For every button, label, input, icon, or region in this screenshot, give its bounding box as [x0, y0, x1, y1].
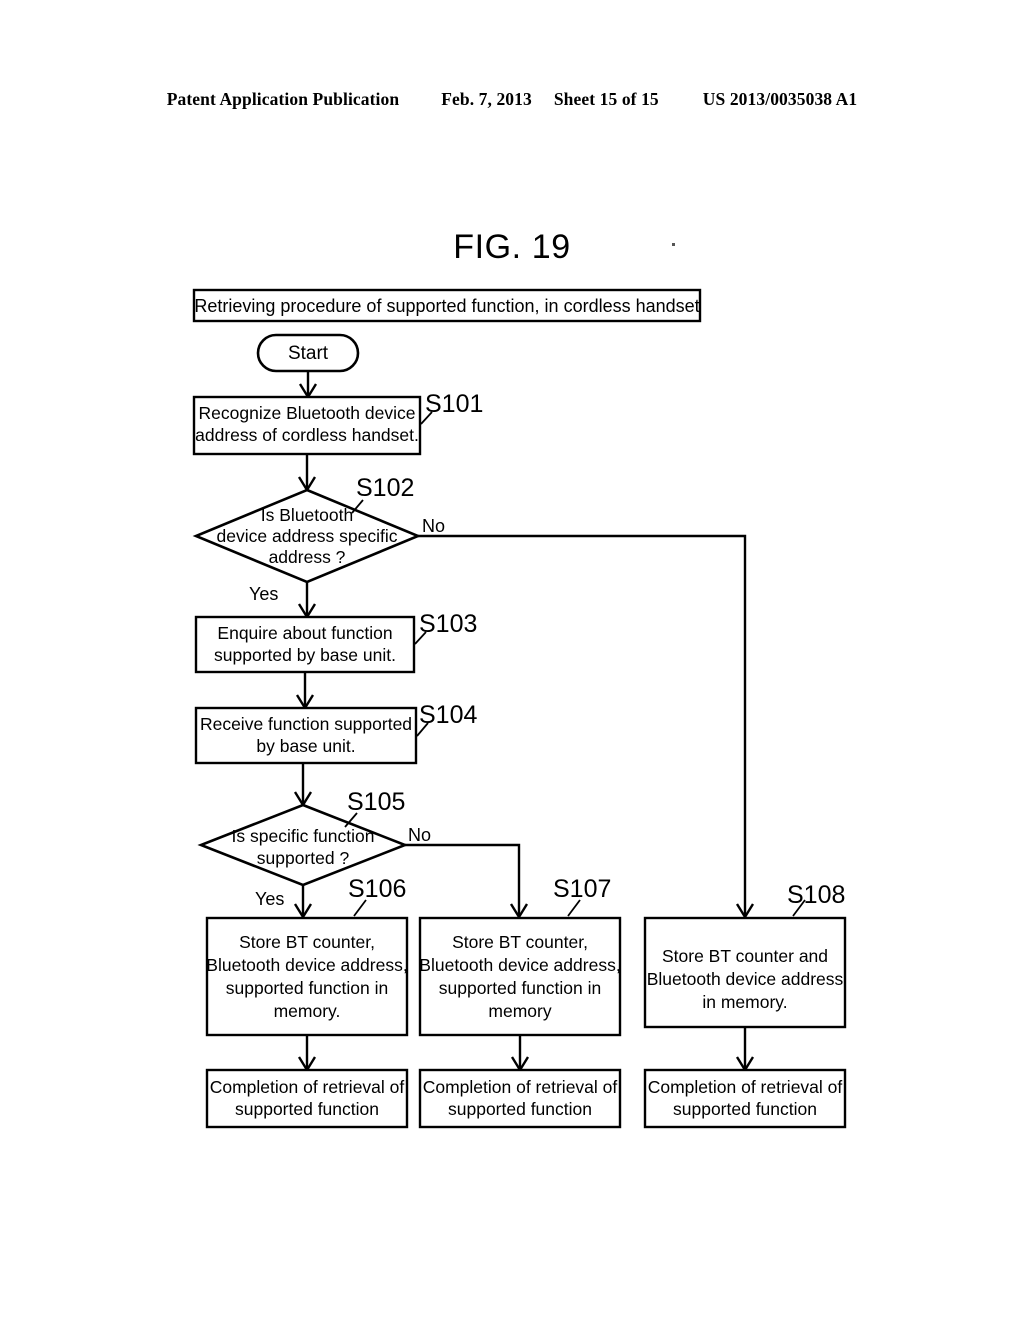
branch-label-s105-yes: Yes: [255, 889, 284, 909]
node-s105-line2: supported ?: [257, 848, 350, 868]
node-s104-line2: by base unit.: [256, 736, 355, 756]
node-s106-line4: memory.: [274, 1001, 341, 1021]
connector-s104-to-s105: [293, 763, 313, 808]
step-label-s102: S102: [356, 474, 414, 502]
flowchart-diagram: Retrieving procedure of supported functi…: [192, 288, 847, 1129]
step-label-s108: S108: [787, 881, 845, 909]
start-node-label: Start: [288, 343, 329, 364]
branch-label-s102-no: No: [422, 516, 445, 536]
step-label-s105: S105: [347, 788, 405, 816]
node-s103: Enquire about function supported by base…: [194, 610, 477, 674]
node-s108-line1: Store BT counter and: [662, 946, 828, 966]
step-label-s104: S104: [419, 701, 477, 729]
node-s107-line4: memory: [488, 1001, 551, 1021]
connector-s107-to-end-middle: [510, 1035, 530, 1073]
connector-s105-yes-to-s106: [293, 885, 313, 920]
step-label-s103: S103: [419, 610, 477, 638]
branch-label-s102-yes: Yes: [249, 584, 278, 604]
node-s102-decision: Is Bluetooth device address specific add…: [192, 474, 445, 604]
start-node: Start: [256, 333, 360, 373]
node-end-left-line2: supported function: [235, 1099, 379, 1119]
step-label-s107: S107: [553, 875, 611, 903]
flowchart-title-box: Retrieving procedure of supported functi…: [192, 288, 702, 323]
node-s106-line3: supported function in: [226, 978, 388, 998]
node-s101-line1: Recognize Bluetooth device: [199, 403, 416, 423]
node-end-middle: Completion of retrieval of supported fun…: [418, 1068, 622, 1129]
node-s106: Store BT counter, Bluetooth device addre…: [205, 875, 409, 1037]
node-s106-line1: Store BT counter,: [239, 932, 375, 952]
node-s105-line1: Is specific function: [232, 826, 375, 846]
step-label-s106: S106: [348, 875, 406, 903]
step-label-s101: S101: [425, 390, 483, 418]
branch-label-s105-no: No: [408, 825, 431, 845]
flowchart-title-text: Retrieving procedure of supported functi…: [194, 296, 699, 316]
node-s107-line2: Bluetooth device address,: [419, 955, 620, 975]
node-s102-line2: device address specific: [217, 526, 398, 546]
node-s102-line1: Is Bluetooth: [261, 505, 353, 525]
node-s101-line2: address of cordless handset.: [195, 425, 419, 445]
connector-start-to-s101: [298, 371, 318, 400]
node-s103-line1: Enquire about function: [217, 623, 392, 643]
node-end-right: Completion of retrieval of supported fun…: [643, 1068, 847, 1129]
node-s101: Recognize Bluetooth device address of co…: [192, 390, 483, 456]
node-s107-line3: supported function in: [439, 978, 601, 998]
node-s108-line3: in memory.: [702, 992, 787, 1012]
connector-s106-to-end-left: [297, 1035, 317, 1073]
node-s104-line1: Receive function supported: [200, 714, 412, 734]
node-s107-line1: Store BT counter,: [452, 932, 588, 952]
node-s106-line2: Bluetooth device address,: [206, 955, 407, 975]
node-s108-line2: Bluetooth device address: [647, 969, 844, 989]
connector-s105-no-to-s107: [405, 843, 529, 920]
connector-s103-to-s104: [295, 672, 315, 711]
node-end-right-line2: supported function: [673, 1099, 817, 1119]
node-s102-line3: address ?: [269, 547, 346, 567]
node-end-left-line1: Completion of retrieval of: [210, 1077, 405, 1097]
connector-s108-to-end-right: [735, 1027, 755, 1073]
node-s104: Receive function supported by base unit.…: [194, 701, 477, 765]
node-end-left: Completion of retrieval of supported fun…: [205, 1068, 409, 1129]
connector-s102-yes-to-s103: [297, 582, 317, 620]
node-end-middle-line2: supported function: [448, 1099, 592, 1119]
connector-s101-to-s102: [297, 454, 317, 493]
node-s103-line2: supported by base unit.: [214, 645, 396, 665]
node-end-right-line1: Completion of retrieval of: [648, 1077, 843, 1097]
node-end-middle-line1: Completion of retrieval of: [423, 1077, 618, 1097]
